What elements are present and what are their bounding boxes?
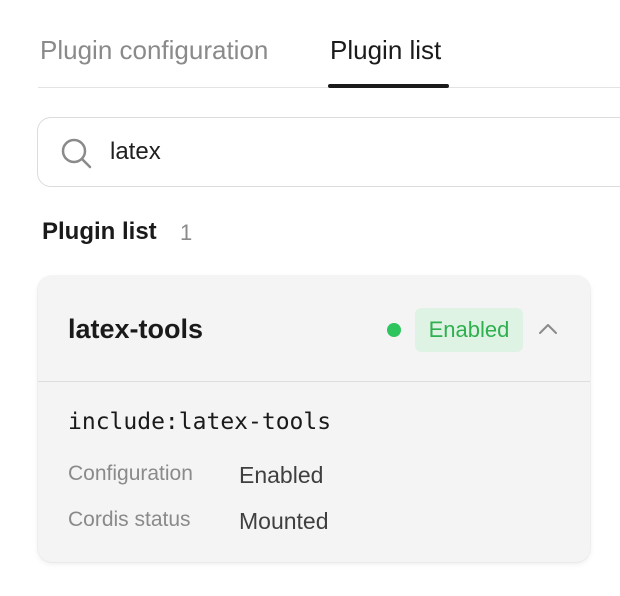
plugin-manager: Plugin configuration Plugin list Plugin … (0, 0, 620, 596)
tab-plugin-list[interactable]: Plugin list (330, 34, 441, 66)
active-tab-indicator (328, 84, 449, 88)
tab-bar: Plugin configuration Plugin list (38, 0, 620, 88)
plugin-name: latex-tools (68, 314, 204, 344)
plugin-count: 1 (180, 220, 193, 245)
include-directive: include:latex-tools (68, 409, 332, 435)
status-badge: Enabled (415, 308, 523, 352)
field-label-configuration: Configuration (68, 462, 193, 485)
status-dot-icon (387, 323, 401, 337)
search-box[interactable] (37, 117, 620, 187)
plugin-card-body: include:latex-tools Configuration Enable… (38, 383, 590, 562)
search-icon (61, 138, 92, 169)
tab-plugin-configuration[interactable]: Plugin configuration (40, 34, 268, 66)
field-label-cordis-status: Cordis status (68, 508, 191, 531)
field-value-cordis-status: Mounted (239, 508, 329, 534)
search-input[interactable] (110, 132, 610, 172)
chevron-up-icon[interactable] (537, 318, 559, 340)
section-title: Plugin list (42, 218, 157, 245)
field-value-configuration: Enabled (239, 462, 324, 488)
plugin-card: latex-tools Enabled include:latex-tools … (38, 276, 590, 562)
plugin-card-header[interactable]: latex-tools Enabled (38, 276, 590, 382)
